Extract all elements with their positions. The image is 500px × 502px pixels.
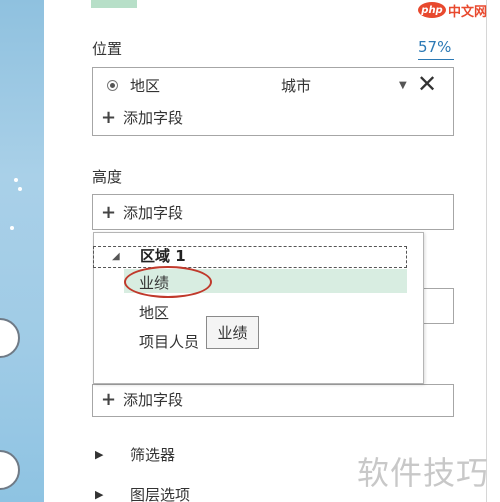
logo-text: 中文网: [448, 4, 488, 20]
list-item[interactable]: 地区: [139, 302, 169, 323]
location-percent-link[interactable]: 57%: [418, 38, 451, 56]
add-field-label: 添加字段: [123, 109, 184, 127]
map-canvas[interactable]: [0, 0, 44, 502]
color-swatch[interactable]: [91, 0, 137, 8]
map-bubble[interactable]: [0, 318, 20, 358]
drag-tooltip: 业绩: [206, 316, 259, 349]
site-logo: php 中文网: [418, 0, 487, 20]
annotation-circle: [124, 266, 212, 298]
layer-options-section[interactable]: 图层选项: [130, 484, 190, 502]
location-title: 位置: [92, 40, 123, 58]
category-box-edge: [420, 288, 454, 324]
plus-icon: +: [101, 107, 117, 128]
percent-underline: [418, 59, 454, 60]
filters-section[interactable]: 筛选器: [130, 444, 175, 465]
height-title: 高度: [92, 168, 123, 186]
category-add-field-button[interactable]: + 添加字段: [101, 389, 183, 410]
map-point: [14, 178, 18, 182]
height-add-field-button[interactable]: + 添加字段: [101, 202, 183, 223]
location-add-field-button[interactable]: + 添加字段: [101, 107, 183, 128]
location-field-type: 城市: [281, 77, 312, 95]
panel-divider: [486, 0, 487, 502]
map-point: [10, 226, 14, 230]
chevron-down-icon[interactable]: ▼: [399, 80, 407, 91]
close-icon[interactable]: ✕: [417, 72, 437, 96]
location-type-select[interactable]: 城市: [281, 75, 311, 96]
add-field-label: 添加字段: [123, 391, 184, 409]
collapse-triangle-icon[interactable]: ◢: [112, 251, 120, 262]
expand-triangle-icon[interactable]: ▶: [95, 448, 103, 461]
map-point: [18, 187, 22, 191]
group-title: 区域 1: [140, 247, 186, 265]
radio-icon[interactable]: [107, 80, 118, 91]
map-bubble[interactable]: [0, 450, 20, 490]
location-field-name: 地区: [130, 77, 161, 95]
expand-triangle-icon[interactable]: ▶: [95, 488, 103, 501]
plus-icon: +: [101, 389, 117, 410]
location-field-row[interactable]: 地区: [107, 75, 160, 96]
plus-icon: +: [101, 202, 117, 223]
add-field-label: 添加字段: [123, 204, 184, 222]
list-item[interactable]: 项目人员: [139, 331, 199, 352]
logo-badge: php: [418, 2, 446, 18]
watermark-text: 软件技巧: [357, 454, 490, 492]
